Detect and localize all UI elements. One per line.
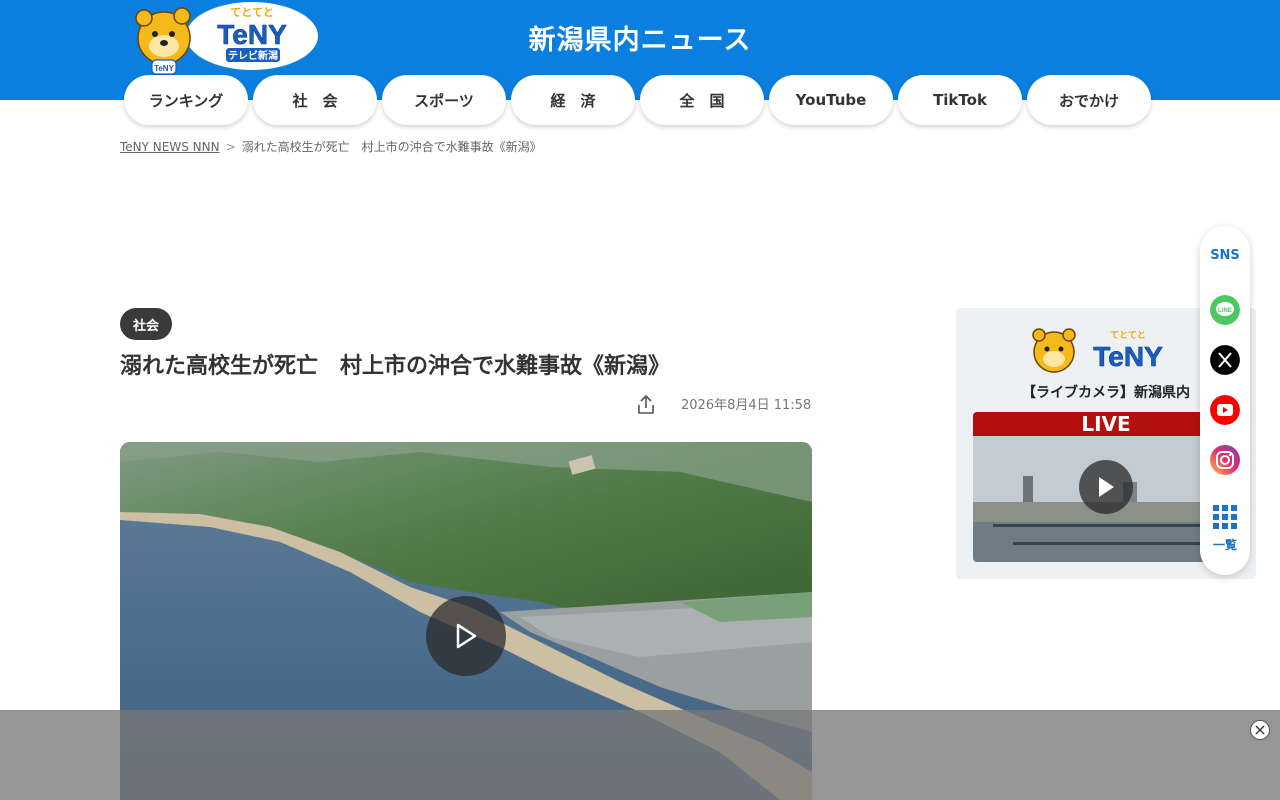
site-title: 新潟県内ニュース: [528, 25, 752, 56]
ad-close-button[interactable]: [1250, 720, 1270, 740]
sns-title: SNS: [1210, 248, 1240, 263]
svg-text:TeNY: TeNY: [154, 64, 175, 73]
live-play-button[interactable]: [1079, 460, 1133, 514]
breadcrumb: TeNY NEWS NNN > 溺れた高校生が死亡 村上市の沖合で水難事故《新潟…: [120, 138, 542, 155]
youtube-icon[interactable]: [1210, 395, 1240, 425]
sns-list-button[interactable]: 一覧: [1200, 504, 1250, 553]
video-play-button[interactable]: [426, 596, 506, 676]
sns-share-bar: SNS LINE 一覧: [1200, 226, 1250, 575]
publish-date: 2026年8月4日 11:58: [681, 398, 812, 413]
instagram-icon[interactable]: [1210, 445, 1240, 475]
share-icon[interactable]: [636, 394, 656, 416]
line-icon[interactable]: LINE: [1210, 295, 1240, 325]
sns-list-label: 一覧: [1212, 538, 1237, 552]
breadcrumb-current: 溺れた高校生が死亡 村上市の沖合で水難事故《新潟》: [241, 140, 542, 154]
nav-item-society[interactable]: 社 会: [253, 75, 377, 125]
svg-text:LINE: LINE: [1218, 308, 1232, 314]
svg-text:てとてと: てとてと: [1110, 330, 1146, 340]
nav-item-economy[interactable]: 経 済: [511, 75, 635, 125]
nav-item-national[interactable]: 全 国: [640, 75, 764, 125]
category-badge[interactable]: 社会: [120, 308, 173, 340]
svg-text:TeNY: TeNY: [1093, 341, 1163, 372]
close-icon: [1255, 725, 1265, 735]
grid-icon: [1213, 505, 1237, 529]
play-icon: [1099, 477, 1114, 497]
nav-item-ranking[interactable]: ランキング: [124, 75, 248, 125]
breadcrumb-separator: >: [225, 139, 236, 154]
bottom-ad-overlay: [0, 710, 1280, 800]
nav-item-sports[interactable]: スポーツ: [382, 75, 506, 125]
category-nav: ランキング 社 会 スポーツ 経 済 全 国 YouTube TikTok おで…: [124, 75, 1151, 125]
breadcrumb-home-link[interactable]: TeNY NEWS NNN: [120, 140, 220, 154]
nav-item-tiktok[interactable]: TikTok: [898, 75, 1022, 125]
nav-item-outing[interactable]: おでかけ: [1027, 75, 1151, 125]
play-icon: [456, 623, 477, 649]
teny-live-logo: てとてと TeNY: [1032, 328, 1163, 373]
x-icon[interactable]: [1210, 345, 1240, 375]
nav-item-youtube[interactable]: YouTube: [769, 75, 893, 125]
article-title: 溺れた高校生が死亡 村上市の沖合で水難事故《新潟》: [120, 354, 671, 379]
